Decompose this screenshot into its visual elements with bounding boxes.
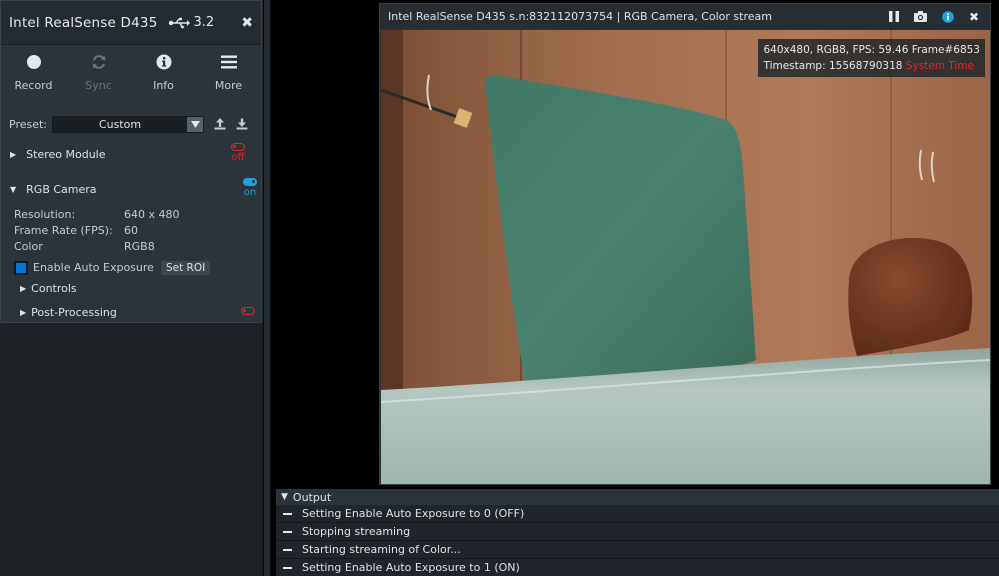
stereo-toggle[interactable]: off	[231, 143, 245, 163]
menu-icon	[220, 55, 237, 69]
log-line[interactable]: Starting streaming of Color...	[276, 541, 999, 559]
record-button[interactable]: Record	[1, 51, 66, 99]
log-line[interactable]: Stopping streaming	[276, 523, 999, 541]
preset-label: Preset:	[9, 117, 48, 131]
device-header: Intel RealSense D435 3.2 ✖	[1, 1, 261, 45]
sync-label: Sync	[85, 79, 112, 92]
preset-row: Preset: Custom	[9, 114, 253, 134]
sync-button[interactable]: Sync	[66, 51, 131, 99]
minus-icon	[283, 512, 292, 515]
more-label: More	[214, 79, 243, 92]
more-button[interactable]: More	[196, 51, 261, 99]
chevron-down-icon[interactable]	[187, 116, 203, 132]
expand-arrow-icon[interactable]: ▶	[20, 308, 26, 317]
minus-icon	[283, 530, 292, 533]
set-roi-button[interactable]: Set ROI	[160, 261, 211, 275]
device-name: Intel RealSense D435	[9, 14, 158, 31]
close-device-icon[interactable]: ✖	[241, 15, 253, 31]
output-panel: ▼ Output Setting Enable Auto Exposure to…	[276, 489, 999, 576]
info-icon	[156, 54, 171, 70]
stereo-module-row[interactable]: ▶ Stereo Module off	[10, 143, 261, 163]
color-value[interactable]: RGB8	[124, 240, 155, 253]
color-stream-frame[interactable]: 640x480, RGB8, FPS: 59.46 Frame#6853 Tim…	[381, 30, 990, 484]
expand-arrow-icon[interactable]: ▶	[20, 284, 26, 293]
device-panel: Intel RealSense D435 3.2 ✖ Record Sync I…	[0, 0, 263, 576]
stream-header: Intel RealSense D435 s.n:832112073754 | …	[380, 4, 990, 29]
record-icon	[26, 55, 41, 69]
preset-select[interactable]: Custom	[52, 115, 204, 133]
camera-icon[interactable]	[913, 11, 927, 22]
close-stream-icon[interactable]: ✖	[969, 10, 979, 24]
device-toolbar: Record Sync Info More	[1, 45, 261, 99]
log-text: Starting streaming of Color...	[302, 543, 461, 556]
output-title: Output	[292, 490, 332, 504]
info-icon[interactable]	[942, 10, 954, 23]
toggle-off-icon	[231, 143, 245, 151]
controls-label: Controls	[31, 282, 77, 295]
controls-row[interactable]: ▶ Controls	[20, 282, 261, 295]
preset-value: Custom	[98, 117, 142, 131]
usb-indicator: 3.2	[168, 15, 215, 30]
stream-window: Intel RealSense D435 s.n:832112073754 | …	[379, 3, 991, 485]
upload-icon[interactable]	[214, 118, 226, 130]
output-header[interactable]: ▼ Output	[276, 489, 999, 505]
log-text: Setting Enable Auto Exposure to 0 (OFF)	[302, 507, 525, 520]
device-box: Intel RealSense D435 3.2 ✖ Record Sync I…	[0, 0, 262, 323]
download-icon[interactable]	[236, 118, 248, 130]
auto-exposure-label: Enable Auto Exposure	[33, 261, 154, 274]
log-line[interactable]: Setting Enable Auto Exposure to 1 (ON)	[276, 559, 999, 576]
expand-arrow-icon[interactable]: ▶	[10, 150, 16, 159]
stereo-state: off	[231, 152, 245, 163]
usb-icon	[168, 17, 190, 28]
rgb-camera-label: RGB Camera	[26, 183, 97, 196]
toggle-off-icon	[241, 307, 255, 315]
rgb-state: on	[243, 187, 257, 198]
timestamp: Timestamp: 15568790318	[763, 60, 903, 72]
log-text: Stopping streaming	[302, 525, 411, 538]
stream-title: Intel RealSense D435 s.n:832112073754 | …	[388, 10, 772, 23]
stereo-module-label: Stereo Module	[26, 148, 106, 161]
rgb-toggle[interactable]: on	[243, 178, 257, 198]
post-processing-label: Post-Processing	[31, 306, 117, 319]
stream-overlay: 640x480, RGB8, FPS: 59.46 Frame#6853 Tim…	[758, 39, 985, 77]
collapse-arrow-icon[interactable]: ▼	[10, 185, 16, 194]
camera-image	[381, 30, 990, 484]
panel-splitter[interactable]	[264, 0, 270, 576]
toggle-on-icon	[243, 178, 257, 186]
minus-icon	[283, 566, 292, 569]
color-row: Color RGB8	[14, 240, 155, 253]
rgb-camera-row[interactable]: ▼ RGB Camera on	[10, 178, 261, 198]
post-processing-toggle[interactable]	[241, 307, 255, 315]
system-time-label: System Time	[905, 60, 975, 72]
usb-version: 3.2	[193, 15, 215, 30]
fps-row: Frame Rate (FPS): 60	[14, 224, 138, 237]
fps-value[interactable]: 60	[124, 224, 138, 237]
auto-exposure-checkbox[interactable]	[14, 261, 28, 275]
pause-icon[interactable]	[888, 11, 899, 22]
color-label: Color	[14, 240, 43, 253]
record-label: Record	[14, 79, 53, 92]
fps-label: Frame Rate (FPS):	[14, 224, 113, 237]
resolution-label: Resolution:	[14, 208, 76, 221]
collapse-arrow-icon[interactable]: ▼	[281, 492, 288, 502]
resolution-value[interactable]: 640 x 480	[124, 208, 180, 221]
sync-icon	[92, 55, 105, 69]
post-processing-row[interactable]: ▶ Post-Processing	[20, 306, 261, 319]
resolution-row: Resolution: 640 x 480	[14, 208, 180, 221]
log-line[interactable]: Setting Enable Auto Exposure to 0 (OFF)	[276, 505, 999, 523]
stream-stats: 640x480, RGB8, FPS: 59.46 Frame#6853	[763, 44, 980, 56]
log-text: Setting Enable Auto Exposure to 1 (ON)	[302, 561, 520, 574]
minus-icon	[283, 548, 292, 551]
auto-exposure-row: Enable Auto Exposure Set ROI	[14, 261, 211, 275]
info-button[interactable]: Info	[131, 51, 196, 99]
info-label: Info	[153, 79, 174, 92]
